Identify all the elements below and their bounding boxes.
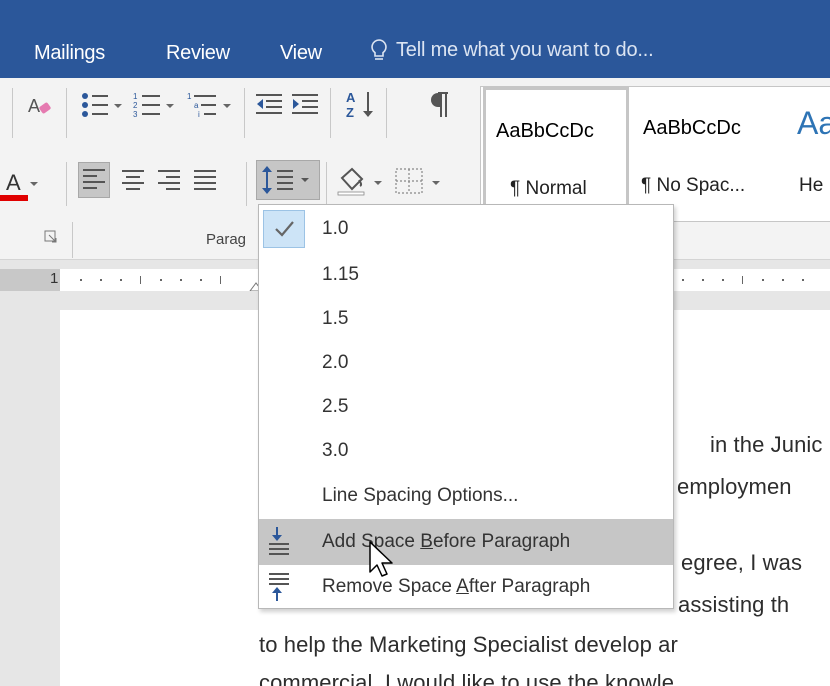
lightbulb-icon (371, 39, 387, 60)
accelerator-key: B (420, 531, 433, 552)
paragraph-group-label: Parag (206, 231, 247, 248)
ruler-number: 1 (50, 270, 59, 287)
style-sample: AaBbCcDc (643, 117, 741, 139)
svg-text:i: i (198, 110, 200, 119)
mouse-cursor-icon (369, 541, 393, 577)
font-color-icon[interactable]: A (0, 168, 40, 204)
style-name: He (799, 175, 824, 196)
menu-item-label: Line Spacing Options... (322, 485, 519, 506)
svg-text:a: a (194, 101, 199, 110)
line-spacing-menu: 1.0 1.15 1.5 2.0 2.5 3.0 Line Spacing Op… (258, 204, 674, 609)
style-name: ¶ Normal (510, 178, 587, 199)
style-normal[interactable]: AaBbCcDc ¶ Normal (483, 87, 629, 221)
remove-space-after-paragraph[interactable]: Remove Space After Paragraph (259, 565, 673, 609)
numbering-icon[interactable]: 123 (132, 90, 178, 120)
checkmark-highlight (263, 210, 305, 248)
menu-item-label: 2.0 (322, 352, 349, 373)
line-spacing-options[interactable]: Line Spacing Options... (259, 473, 673, 519)
style-heading[interactable]: Aa He (787, 87, 830, 221)
style-no-spacing[interactable]: AaBbCcDc ¶ No Spac... (635, 87, 785, 221)
document-line: assisting th (678, 592, 790, 617)
accelerator-key: A (456, 576, 469, 597)
ribbon-tab-bar: Mailings Review View Tell me what you wa… (0, 0, 830, 78)
style-sample: Aa (797, 105, 830, 141)
decrease-indent-icon[interactable] (254, 90, 284, 120)
clear-formatting-icon[interactable]: A (26, 92, 54, 120)
menu-item-label: 1.5 (322, 308, 349, 329)
add-space-before-paragraph[interactable]: Add Space Before Paragraph (259, 519, 673, 565)
tell-me-box[interactable]: Tell me what you want to do... (370, 38, 654, 62)
line-spacing-icon (262, 166, 309, 194)
menu-item-label: 2.5 (322, 396, 349, 417)
align-left-button[interactable] (78, 162, 110, 198)
show-hide-marks-icon[interactable] (428, 90, 452, 120)
line-spacing-1-0[interactable]: 1.0 (259, 205, 673, 253)
svg-text:A: A (346, 90, 356, 105)
tab-mailings[interactable]: Mailings (34, 42, 105, 65)
shading-icon[interactable] (334, 164, 390, 198)
checkmark-icon (275, 221, 294, 237)
justify-icon[interactable] (190, 164, 220, 198)
borders-icon[interactable] (392, 164, 448, 198)
tab-review[interactable]: Review (166, 42, 230, 65)
svg-text:Z: Z (346, 105, 354, 120)
document-line: in the Junic (710, 432, 823, 457)
svg-text:1: 1 (187, 92, 192, 101)
label-part: efore Paragraph (432, 531, 571, 552)
svg-text:1: 1 (133, 92, 138, 101)
tell-me-text: Tell me what you want to do... (396, 38, 654, 61)
svg-text:A: A (6, 170, 21, 195)
menu-item-label: 1.0 (322, 218, 349, 239)
bullets-icon[interactable] (80, 90, 126, 120)
menu-item-label: 3.0 (322, 440, 349, 461)
line-spacing-2-0[interactable]: 2.0 (259, 341, 673, 385)
document-line: to help the Marketing Specialist develop… (259, 632, 678, 657)
font-dialog-launcher-icon[interactable] (44, 230, 58, 244)
svg-text:3: 3 (133, 110, 138, 119)
style-sample: AaBbCcDc (496, 120, 594, 142)
svg-text:A: A (28, 96, 40, 116)
line-spacing-button[interactable] (256, 160, 320, 200)
align-left-icon (83, 169, 105, 189)
add-space-before-icon (269, 527, 289, 555)
menu-item-label: 1.15 (322, 264, 359, 285)
increase-indent-icon[interactable] (290, 90, 320, 120)
line-spacing-2-5[interactable]: 2.5 (259, 385, 673, 429)
menu-item-label: Remove Space After Paragraph (322, 576, 590, 598)
align-center-icon[interactable] (118, 164, 148, 198)
document-line: egree, I was (681, 550, 803, 575)
styles-gallery: AaBbCcDc ¶ Normal AaBbCcDc ¶ No Spac... … (480, 86, 830, 222)
line-spacing-3-0[interactable]: 3.0 (259, 429, 673, 473)
document-line: employmen (677, 474, 792, 499)
document-line: commercial. I would like to use the know… (259, 670, 675, 686)
remove-space-after-icon (269, 573, 289, 601)
line-spacing-1-15[interactable]: 1.15 (259, 253, 673, 297)
align-right-icon[interactable] (154, 164, 184, 198)
menu-item-label: Add Space Before Paragraph (322, 531, 570, 553)
sort-icon[interactable]: AZ (344, 88, 378, 122)
tab-view[interactable]: View (280, 42, 322, 65)
label-part: fter Paragraph (468, 576, 591, 597)
style-name: ¶ No Spac... (641, 175, 746, 196)
svg-text:2: 2 (133, 101, 138, 110)
multilevel-list-icon[interactable]: 1ai (186, 90, 236, 120)
line-spacing-1-5[interactable]: 1.5 (259, 297, 673, 341)
